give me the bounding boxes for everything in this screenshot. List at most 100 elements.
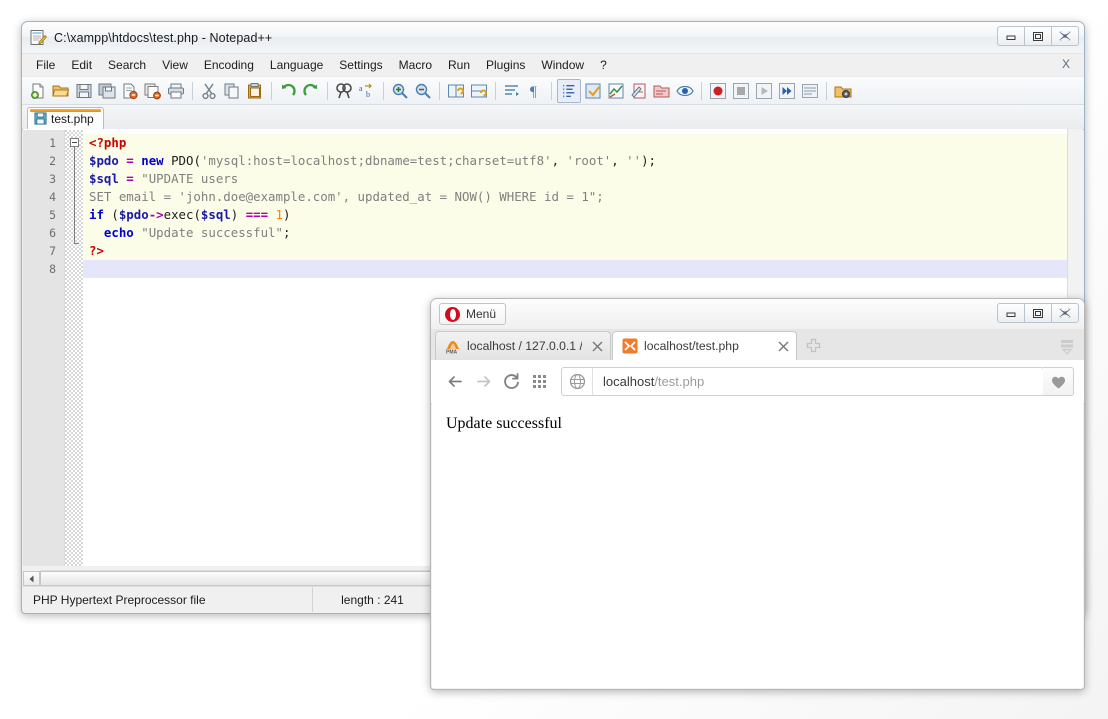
menu-edit[interactable]: Edit <box>63 56 100 74</box>
svg-text:b: b <box>366 90 370 99</box>
reload-icon <box>502 372 521 391</box>
close-file-icon[interactable] <box>119 80 141 102</box>
show-all-chars-icon[interactable]: ¶ <box>524 80 546 102</box>
code-line-current <box>83 260 1083 278</box>
opera-titlebar[interactable]: Menü <box>431 299 1084 329</box>
word-wrap-icon[interactable] <box>501 80 523 102</box>
undo-icon[interactable] <box>277 80 299 102</box>
bookmark-button[interactable] <box>1043 367 1074 396</box>
indent-guide-icon[interactable] <box>557 79 581 103</box>
opera-browser-window: Menü <box>430 298 1085 690</box>
maximize-button[interactable] <box>1024 303 1052 323</box>
close-button[interactable] <box>1051 26 1079 46</box>
close-icon[interactable] <box>776 339 790 353</box>
replace-icon[interactable]: ab <box>356 80 378 102</box>
menu-encoding[interactable]: Encoding <box>196 56 262 74</box>
find-icon[interactable] <box>333 80 355 102</box>
notepad-window-controls <box>998 26 1079 46</box>
notepad-document-tabstrip: test.php <box>22 105 1084 130</box>
line-number: 4 <box>23 188 64 206</box>
open-folder-icon[interactable] <box>50 80 72 102</box>
sync-horizontal-icon[interactable] <box>468 80 490 102</box>
maximize-button[interactable] <box>1024 26 1052 46</box>
line-number: 3 <box>23 170 64 188</box>
menu-macro[interactable]: Macro <box>391 56 440 74</box>
menu-search[interactable]: Search <box>100 56 154 74</box>
cut-icon[interactable] <box>198 80 220 102</box>
line-number: 8 <box>23 260 64 278</box>
document-tab-test-php[interactable]: test.php <box>27 107 104 129</box>
opera-logo-icon <box>445 307 460 322</box>
plus-icon <box>806 338 821 353</box>
menu-file[interactable]: File <box>28 56 63 74</box>
status-file-type: PHP Hypertext Preprocessor file <box>23 587 313 612</box>
fold-toggle-icon[interactable] <box>70 138 79 147</box>
heart-icon <box>1050 374 1067 390</box>
function-list-icon[interactable] <box>628 80 650 102</box>
new-tab-button[interactable] <box>798 331 828 360</box>
menu-view[interactable]: View <box>154 56 196 74</box>
minimize-button[interactable] <box>997 303 1025 323</box>
toolbar-separator <box>192 82 193 100</box>
opera-window-controls <box>998 303 1079 323</box>
zoom-in-icon[interactable] <box>389 80 411 102</box>
stop-macro-icon[interactable] <box>730 80 752 102</box>
menu-window[interactable]: Window <box>533 56 592 74</box>
scroll-left-icon[interactable] <box>23 571 40 586</box>
menu-help[interactable]: ? <box>592 56 615 74</box>
opera-tabbar: PMA localhost / 127.0.0.1 / test localho… <box>431 329 1084 360</box>
browser-tab-phpmyadmin[interactable]: PMA localhost / 127.0.0.1 / test <box>435 331 611 360</box>
close-icon[interactable] <box>590 339 604 353</box>
save-all-icon[interactable] <box>96 80 118 102</box>
code-line: <?php <box>83 134 1083 152</box>
close-document-button[interactable]: X <box>1056 56 1076 72</box>
run-macro-multiple-icon[interactable] <box>776 80 798 102</box>
print-icon[interactable] <box>165 80 187 102</box>
play-macro-icon[interactable] <box>753 80 775 102</box>
user-define-dialog-icon[interactable] <box>582 80 604 102</box>
notepad-menubar: File Edit Search View Encoding Language … <box>22 54 1084 77</box>
code-line: if ($pdo->exec($sql) === 1) <box>83 206 1083 224</box>
save-icon <box>34 112 47 125</box>
menu-run[interactable]: Run <box>440 56 478 74</box>
zoom-out-icon[interactable] <box>412 80 434 102</box>
notepad-window-title: C:\xampp\htdocs\test.php - Notepad++ <box>54 31 272 45</box>
menu-plugins[interactable]: Plugins <box>478 56 533 74</box>
doc-map-icon[interactable] <box>605 80 627 102</box>
folder-as-workspace-icon[interactable] <box>651 80 673 102</box>
address-bar[interactable]: localhost/test.php <box>561 367 1044 396</box>
page-info-button[interactable] <box>562 368 593 395</box>
browser-page-viewport: Update successful <box>432 403 1083 688</box>
save-macro-icon[interactable] <box>799 80 821 102</box>
monitoring-icon[interactable] <box>674 80 696 102</box>
svg-text:¶: ¶ <box>530 84 537 100</box>
new-file-icon[interactable] <box>27 80 49 102</box>
code-folding-column[interactable] <box>65 130 83 566</box>
close-button[interactable] <box>1051 303 1079 323</box>
paste-icon[interactable] <box>244 80 266 102</box>
toolbar-separator <box>439 82 440 100</box>
save-icon[interactable] <box>73 80 95 102</box>
menu-language[interactable]: Language <box>262 56 331 74</box>
arrow-left-icon <box>446 372 465 391</box>
tab-menu-button[interactable] <box>1050 331 1084 360</box>
record-macro-icon[interactable] <box>707 80 729 102</box>
toolbar-separator <box>551 82 552 100</box>
redo-icon[interactable] <box>300 80 322 102</box>
sync-vertical-icon[interactable] <box>445 80 467 102</box>
url-display[interactable]: localhost/test.php <box>593 374 704 389</box>
copy-icon[interactable] <box>221 80 243 102</box>
run-icon[interactable] <box>832 80 854 102</box>
menu-settings[interactable]: Settings <box>331 56 390 74</box>
browser-tab-title: localhost / 127.0.0.1 / test <box>467 339 582 353</box>
status-length: length : 241 <box>313 587 433 612</box>
browser-tab-test-php[interactable]: localhost/test.php <box>612 331 797 360</box>
opera-menu-button[interactable]: Menü <box>439 303 506 325</box>
reload-button[interactable] <box>497 368 525 396</box>
notepad-titlebar[interactable]: C:\xampp\htdocs\test.php - Notepad++ <box>22 22 1084 54</box>
close-all-icon[interactable] <box>142 80 164 102</box>
forward-button[interactable] <box>469 368 497 396</box>
minimize-button[interactable] <box>997 26 1025 46</box>
speed-dial-button[interactable] <box>525 368 553 396</box>
back-button[interactable] <box>441 368 469 396</box>
